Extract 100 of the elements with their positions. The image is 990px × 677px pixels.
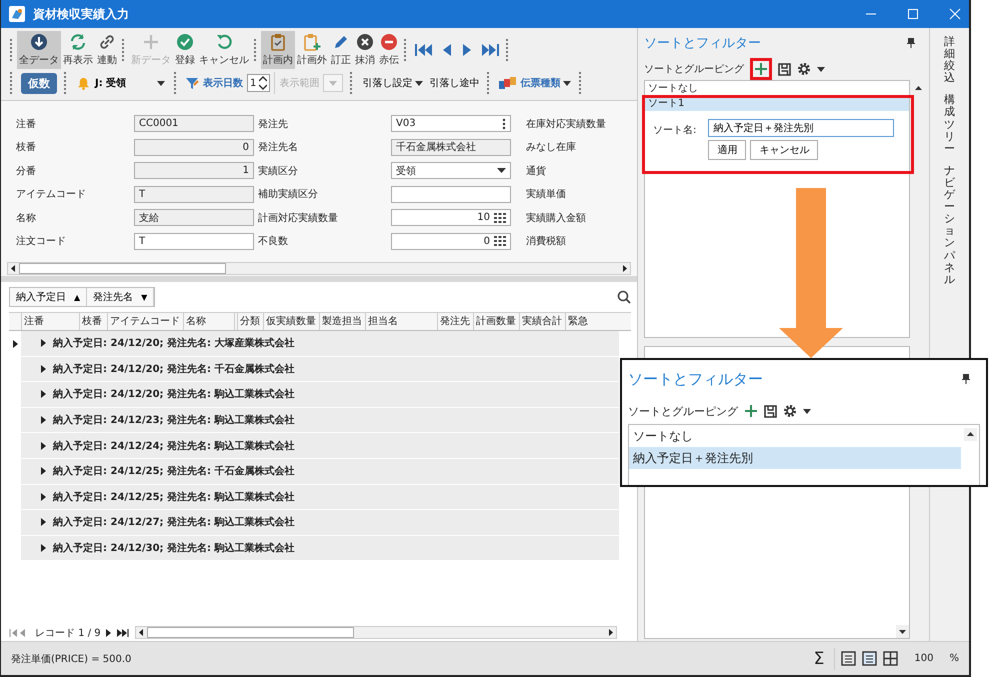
more-icon[interactable] xyxy=(502,118,506,130)
input-field[interactable]: T xyxy=(134,232,254,250)
group-row[interactable]: 納入予定日: 24/12/20; 発注先名: 千石金属株式会社 xyxy=(21,356,619,382)
column-header[interactable]: 名称 xyxy=(183,313,235,330)
group-row[interactable]: 納入予定日: 24/12/20; 発注先名: 駒込工業株式会社 xyxy=(21,382,619,408)
first-record-icon[interactable] xyxy=(414,42,434,58)
expand-icon[interactable] xyxy=(41,416,47,424)
add-icon[interactable] xyxy=(744,404,758,418)
toolbar-button[interactable]: 訂正 xyxy=(329,31,353,69)
group-row[interactable]: 納入予定日: 24/12/20; 発注先名: 大塚産業株式会社 xyxy=(21,331,619,357)
deduct-setting-button[interactable]: 引落し設定 xyxy=(361,76,424,90)
pager-forward-icon[interactable] xyxy=(104,628,131,636)
slip-type-button[interactable]: 伝票種類 xyxy=(498,76,572,90)
search-icon[interactable] xyxy=(617,290,631,304)
toolbar-button[interactable]: 再表示 xyxy=(61,31,95,69)
scrollbar-thumb[interactable] xyxy=(19,263,226,274)
expand-icon[interactable] xyxy=(41,518,47,526)
input-field[interactable]: 千石金属株式会社 xyxy=(391,138,511,156)
input-field[interactable]: 0 xyxy=(134,138,254,156)
column-header[interactable]: 実績合計 xyxy=(519,313,565,330)
column-header[interactable]: 発注先 xyxy=(437,313,473,330)
expand-icon[interactable] xyxy=(41,364,47,373)
save-icon[interactable] xyxy=(764,404,777,418)
keypad-icon[interactable] xyxy=(494,212,506,223)
keypad-icon[interactable] xyxy=(494,236,506,246)
expand-icon[interactable] xyxy=(41,339,47,348)
expand-icon[interactable] xyxy=(41,467,47,476)
column-header[interactable]: 製造担当 xyxy=(319,313,365,330)
sort-list-item[interactable]: ソートなし xyxy=(645,81,909,96)
input-field[interactable]: T xyxy=(134,186,254,203)
pin-icon[interactable] xyxy=(962,374,970,384)
maximize-icon[interactable] xyxy=(907,8,919,20)
toolbar-button[interactable]: 抹消 xyxy=(353,31,377,69)
side-tab[interactable]: 詳細絞込 xyxy=(944,36,955,84)
expand-icon[interactable] xyxy=(41,442,47,450)
caret-icon[interactable] xyxy=(803,408,811,414)
days-spinner[interactable]: 1 xyxy=(247,74,270,92)
column-header[interactable]: 緊急 xyxy=(565,313,589,330)
settings-icon[interactable] xyxy=(783,404,797,418)
column-header[interactable]: 仮実績数量 xyxy=(263,313,319,330)
column-header[interactable]: 計画数量 xyxy=(473,313,519,330)
group-row[interactable]: 納入予定日: 24/12/30; 発注先名: 駒込工業株式会社 xyxy=(21,536,619,562)
input-field[interactable]: 受領 xyxy=(391,162,511,180)
split-view-icon[interactable] xyxy=(862,651,878,666)
group-by-chip[interactable]: 納入予定日 ▲ xyxy=(10,288,88,306)
spin-arrows-icon[interactable] xyxy=(259,76,268,90)
group-by-chip[interactable]: 発注先名 ▼ xyxy=(87,288,154,306)
column-header[interactable]: 担当名 xyxy=(365,313,437,330)
group-row[interactable]: 納入予定日: 24/12/23; 発注先名: 駒込工業株式会社 xyxy=(21,408,619,434)
sum-button[interactable]: Σ xyxy=(814,648,824,668)
percent-sign: % xyxy=(949,653,959,664)
expand-icon[interactable] xyxy=(41,492,47,501)
scroll-down-icon[interactable] xyxy=(896,625,909,638)
column-header[interactable]: 枝番 xyxy=(79,313,107,330)
toolbar-button[interactable]: 赤伝 xyxy=(377,31,401,69)
column-header[interactable]: 分類 xyxy=(237,313,263,330)
toolbar-button[interactable]: 計画内 xyxy=(261,31,295,69)
caret-icon[interactable] xyxy=(497,168,506,174)
scrollbar-thumb[interactable] xyxy=(146,627,354,638)
side-tab[interactable]: 構成ツリー xyxy=(944,94,955,155)
toolbar-button[interactable]: 連動 xyxy=(95,31,119,69)
close-icon[interactable] xyxy=(949,8,961,20)
input-field[interactable]: V03 xyxy=(391,115,511,132)
side-tab[interactable]: ナビゲーションパネル xyxy=(944,164,955,286)
sort-list-item[interactable]: 納入予定日＋発注先別 xyxy=(629,447,961,469)
temp-count-button[interactable]: 仮数 xyxy=(21,72,57,94)
expand-icon[interactable] xyxy=(41,390,47,398)
group-row[interactable]: 納入予定日: 24/12/27; 発注先名: 駒込工業株式会社 xyxy=(21,510,619,536)
add-icon[interactable] xyxy=(754,62,768,76)
group-row[interactable]: 納入予定日: 24/12/25; 発注先名: 千石金属株式会社 xyxy=(21,458,619,485)
input-field[interactable]: 10 xyxy=(391,209,511,226)
group-row[interactable]: 納入予定日: 24/12/25; 発注先名: 駒込工業株式会社 xyxy=(21,484,619,510)
input-field[interactable] xyxy=(391,186,511,203)
last-record-icon[interactable] xyxy=(480,42,500,58)
form-view-icon[interactable] xyxy=(841,651,856,666)
sort-list-item[interactable]: ソートなし xyxy=(629,425,961,447)
toolbar-button[interactable]: キャンセル xyxy=(197,31,251,69)
group-row[interactable]: 納入予定日: 24/12/24; 発注先名: 駒込工業株式会社 xyxy=(21,433,619,459)
input-field[interactable]: CC0001 xyxy=(134,115,254,132)
scroll-up-icon[interactable] xyxy=(964,428,977,441)
column-header[interactable]: 注番 xyxy=(21,313,79,330)
caret-icon[interactable] xyxy=(817,66,825,72)
sort-grouping-label: ソートとグルーピング xyxy=(628,404,738,418)
toolbar-button[interactable]: 計画外 xyxy=(295,31,329,69)
editor-button[interactable]: 適用 xyxy=(708,140,746,160)
sort-name-field[interactable]: 納入予定日＋発注先別 xyxy=(708,119,894,137)
input-field[interactable]: 0 xyxy=(391,232,511,250)
input-field[interactable]: 1 xyxy=(134,162,254,180)
editor-button[interactable]: キャンセル xyxy=(750,140,818,160)
pin-icon[interactable] xyxy=(907,38,915,48)
save-icon[interactable] xyxy=(778,62,791,76)
column-header[interactable]: アイテムコード xyxy=(107,313,183,330)
settings-icon[interactable] xyxy=(797,62,811,76)
deduct-pending-button[interactable]: 引落し途中 xyxy=(428,76,480,90)
toolbar-button[interactable]: 登録 xyxy=(173,31,197,69)
expand-icon[interactable] xyxy=(41,544,47,552)
input-field[interactable]: 支給 xyxy=(134,209,254,226)
status-dropdown[interactable]: J: 受領 xyxy=(75,76,167,90)
toolbar-button[interactable]: 全データ xyxy=(17,31,61,69)
grid-view-icon[interactable] xyxy=(883,651,898,666)
